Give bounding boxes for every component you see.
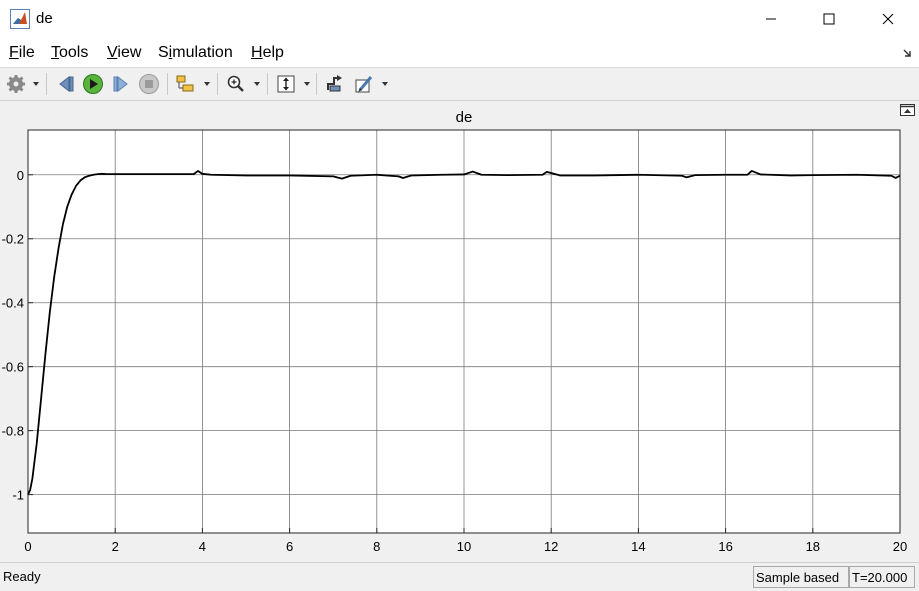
toolbar xyxy=(0,67,919,101)
y-tick-label: 0 xyxy=(17,168,24,183)
step-forward-icon xyxy=(113,75,128,93)
x-tick-label: 20 xyxy=(893,539,907,554)
status-bar: Ready Sample based T=20.000 xyxy=(0,562,919,591)
highlight-block-button[interactable] xyxy=(323,72,347,96)
sample-mode-label: Sample based xyxy=(753,566,849,588)
matlab-logo-icon xyxy=(10,9,30,29)
plot-title: de xyxy=(456,109,473,126)
settings-dropdown-icon[interactable] xyxy=(33,82,39,86)
toolbar-separator xyxy=(267,73,268,95)
dock-arrow-icon[interactable] xyxy=(903,48,913,58)
settings-icon xyxy=(7,75,25,93)
signal-selector-button[interactable] xyxy=(174,72,198,96)
menu-simulation[interactable]: Simulation xyxy=(158,44,233,62)
scope-plot[interactable]: de 0 2 4 6 8 10 12 14 16 18 20 0 -0.2 -0.4 -0.6 -0.8 -1 xyxy=(0,101,919,562)
menu-view[interactable]: View xyxy=(107,44,141,62)
simulation-time: T=20.000 xyxy=(849,566,915,588)
x-tick-label: 14 xyxy=(631,539,645,554)
y-tick-label: -0.8 xyxy=(2,424,24,439)
window-title: de xyxy=(36,10,53,27)
step-back-icon xyxy=(59,75,74,93)
x-tick-label: 8 xyxy=(373,539,380,554)
stop-button[interactable] xyxy=(137,72,161,96)
menu-tools[interactable]: Tools xyxy=(51,44,88,62)
minimize-button[interactable] xyxy=(748,0,794,38)
y-tick-label: -0.4 xyxy=(2,296,24,311)
toolbar-separator xyxy=(167,73,168,95)
status-ready: Ready xyxy=(3,569,41,584)
settings-button[interactable] xyxy=(5,72,27,96)
style-button[interactable] xyxy=(352,72,376,96)
undock-button[interactable] xyxy=(900,104,915,116)
y-tick-label: -0.6 xyxy=(2,360,24,375)
maximize-button[interactable] xyxy=(806,0,852,38)
x-tick-label: 12 xyxy=(544,539,558,554)
x-tick-label: 4 xyxy=(199,539,206,554)
highlight-block-icon xyxy=(327,75,342,92)
x-tick-label: 16 xyxy=(718,539,732,554)
step-back-button[interactable] xyxy=(54,72,78,96)
toolbar-separator xyxy=(46,73,47,95)
menu-bar: File Tools View Simulation Help xyxy=(0,38,919,67)
zoom-dropdown-icon[interactable] xyxy=(254,82,260,86)
x-tick-label: 18 xyxy=(806,539,820,554)
toolbar-separator xyxy=(217,73,218,95)
run-button[interactable] xyxy=(81,72,105,96)
maximize-icon xyxy=(823,13,835,25)
close-button[interactable] xyxy=(865,0,911,38)
x-tick-label: 10 xyxy=(457,539,471,554)
autoscale-button[interactable] xyxy=(274,72,298,96)
x-tick-label: 0 xyxy=(24,539,31,554)
title-bar: de xyxy=(0,0,919,38)
zoom-in-button[interactable] xyxy=(224,72,248,96)
signal-selector-icon xyxy=(176,75,194,92)
undock-icon xyxy=(901,105,914,113)
autoscale-icon xyxy=(277,75,295,93)
style-dropdown-icon[interactable] xyxy=(382,82,388,86)
menu-help[interactable]: Help xyxy=(251,44,284,62)
signal-selector-dropdown-icon[interactable] xyxy=(204,82,210,86)
menu-file[interactable]: File xyxy=(9,44,35,62)
zoom-in-icon xyxy=(227,75,244,92)
y-tick-label: -1 xyxy=(12,488,24,503)
close-icon xyxy=(882,13,894,25)
y-tick-label: -0.2 xyxy=(2,232,24,247)
x-tick-label: 6 xyxy=(286,539,293,554)
toolbar-separator xyxy=(316,73,317,95)
run-icon xyxy=(83,74,103,94)
stop-icon xyxy=(139,74,159,94)
x-tick-label: 2 xyxy=(112,539,119,554)
style-icon xyxy=(355,76,373,93)
minimize-icon xyxy=(766,18,776,20)
step-forward-button[interactable] xyxy=(109,72,133,96)
autoscale-dropdown-icon[interactable] xyxy=(304,82,310,86)
